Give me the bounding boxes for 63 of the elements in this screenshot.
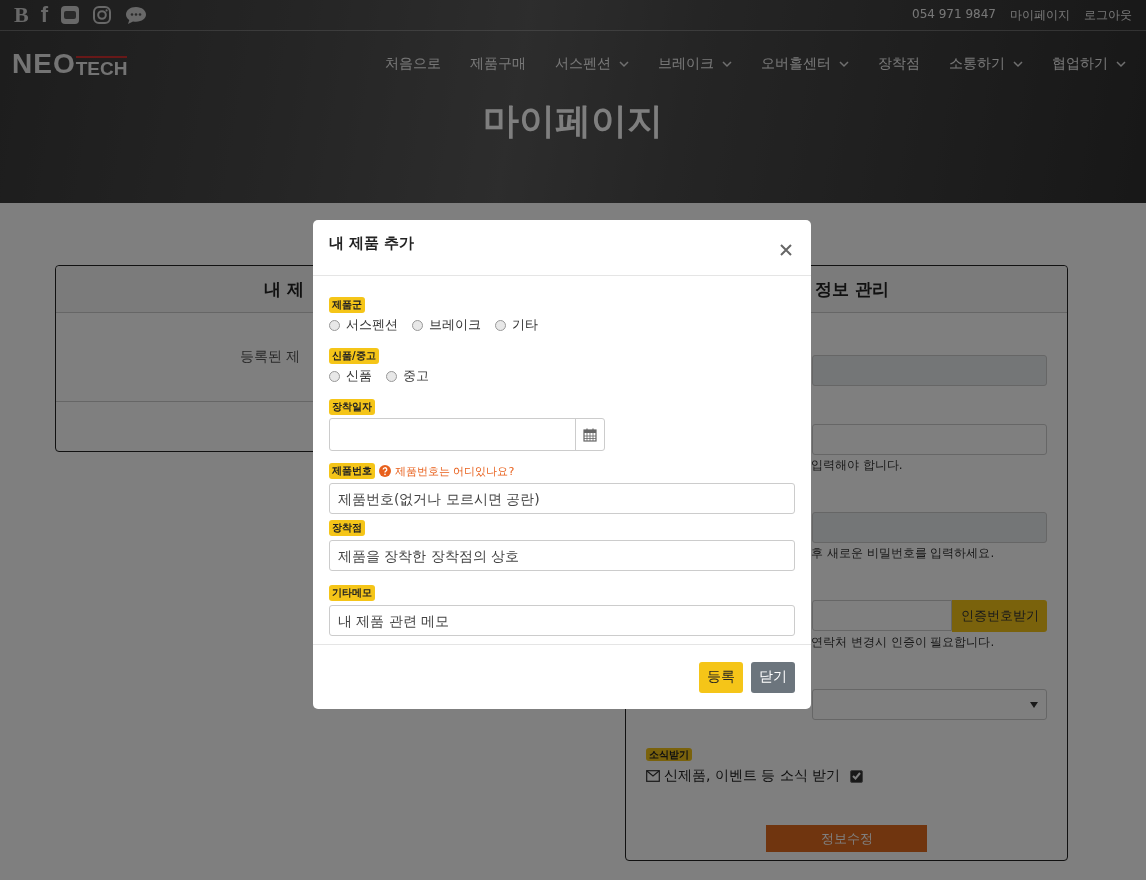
help-text: 후 새로운 비밀번호를 입력하세요. [811,545,996,562]
help-text: 입력해야 합니다. [811,457,904,474]
caret-icon [1030,701,1038,708]
newsletter-checkbox[interactable] [850,769,864,783]
verify-button[interactable]: 인증번호받기 [952,600,1047,632]
field-label: 장착점 [329,520,365,536]
input-field[interactable] [812,424,1047,455]
nav-link[interactable]: 처음으로 [385,55,441,73]
field-label: 장착일자 [329,399,375,415]
question-icon [379,465,391,477]
field-label: 신품/중고 [329,348,379,364]
select-field[interactable] [812,689,1047,720]
input-field[interactable]: 제품번호(없거나 모르시면 공란) [329,483,795,514]
top-link[interactable]: 054 971 9847 [912,6,996,24]
close-button[interactable]: 닫기 [751,661,795,693]
card-title: 정보 관리 [815,277,889,301]
field-label: 소식받기 [646,748,692,761]
input-field[interactable] [812,512,1047,543]
radio-button[interactable] [386,370,397,382]
help-text: 연락처 변경시 인증이 필요합니다. [811,634,996,651]
social-link[interactable]: B [14,4,29,26]
modal-title: 내 제품 추가 [329,234,415,253]
nav-link[interactable]: 오버홀센터 [761,55,849,73]
nav-link[interactable]: 브레이크 [658,55,732,73]
radio-label: 브레이크 [429,316,481,334]
register-button[interactable]: 등록 [699,661,743,693]
calendar-icon[interactable] [583,427,597,442]
video-icon[interactable] [60,4,80,26]
help-link[interactable]: 제품번호는 어디있나요? [395,463,515,479]
radio-label: 서스펜션 [346,316,398,334]
chat-bubble-icon[interactable] [124,5,148,25]
radio-label: 신품 [346,367,372,385]
nav-link[interactable]: 서스펜션 [555,55,629,73]
newsletter-label: 신제품, 이벤트 등 소식 받기 [664,767,841,785]
camera-icon[interactable] [92,5,112,25]
close-icon[interactable] [780,243,792,256]
card-title: 내 제 [264,277,304,301]
envelope-icon [646,770,660,782]
top-link[interactable]: 로그아웃 [1084,6,1132,24]
field-label: 제품군 [329,297,365,313]
radio-button[interactable] [329,319,340,331]
field-label: 제품번호 [329,463,375,479]
nav-link[interactable]: 제품구매 [470,55,526,73]
social-link[interactable]: f [40,4,48,26]
radio-button[interactable] [329,370,340,382]
nav-link[interactable]: 장착점 [878,55,920,73]
input-field[interactable]: 내 제품 관련 메모 [329,605,795,636]
date-field[interactable] [329,418,605,451]
radio-button[interactable] [495,319,506,331]
page-title: 마이페이지 [482,99,664,143]
phone-field[interactable] [812,600,952,631]
nav-link[interactable]: 소통하기 [949,55,1023,73]
input-field[interactable] [812,355,1047,386]
radio-label: 기타 [512,316,538,334]
nav-link[interactable]: 협업하기 [1052,55,1126,73]
input-field[interactable]: 제품을 장착한 장착점의 상호 [329,540,795,571]
top-link[interactable]: 마이페이지 [1010,6,1070,24]
field-label: 기타메모 [329,585,375,601]
radio-label: 중고 [403,367,429,385]
logo[interactable]: NEOTECH [12,50,128,78]
empty-message: 등록된 제 [240,348,301,366]
submit-button[interactable]: 정보수정 [766,825,927,852]
radio-button[interactable] [412,319,423,331]
